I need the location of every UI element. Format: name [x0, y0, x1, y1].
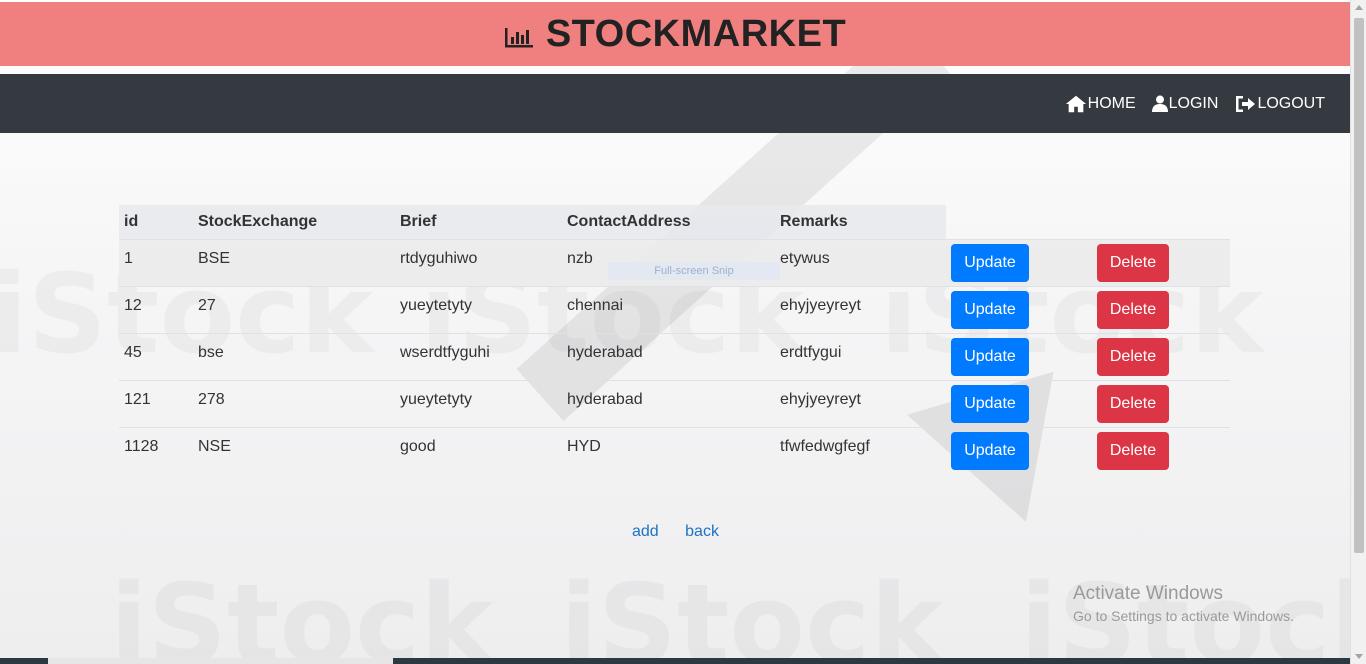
cell-remarks: ehyjyeyreyt: [775, 379, 946, 427]
table-row: 1128 NSE good HYD tfwfedwgfegf Update De…: [119, 426, 1230, 474]
cell-brief: yueytetyty: [395, 379, 562, 427]
nav-login[interactable]: LOGIN: [1151, 94, 1219, 114]
cell-address: HYD: [562, 426, 775, 474]
delete-button[interactable]: Delete: [1097, 384, 1169, 423]
cell-remarks: etywus: [775, 238, 946, 286]
taskbar-segment: [48, 658, 393, 664]
activate-title: Activate Windows: [1073, 583, 1223, 604]
delete-button[interactable]: Delete: [1097, 337, 1169, 376]
cell-update: Update: [946, 379, 1092, 427]
cell-update: Update: [946, 238, 1092, 286]
update-button[interactable]: Update: [951, 384, 1029, 423]
update-button[interactable]: Update: [951, 431, 1029, 470]
cell-exchange: 27: [193, 285, 395, 333]
update-button[interactable]: Update: [951, 337, 1029, 376]
table-row: 121 278 yueytetyty hyderabad ehyjyeyreyt…: [119, 379, 1230, 427]
watermark: iStock: [560, 560, 943, 664]
nav-login-label: LOGIN: [1168, 94, 1219, 112]
cell-exchange: bse: [193, 332, 395, 380]
column-header-brief: Brief: [395, 205, 562, 239]
cell-exchange: 278: [193, 379, 395, 427]
cell-exchange: BSE: [193, 238, 395, 286]
snip-tooltip: Full-screen Snip: [608, 262, 780, 280]
cell-exchange: NSE: [193, 426, 395, 474]
cell-brief: yueytetyty: [395, 285, 562, 333]
add-link[interactable]: add: [632, 523, 659, 540]
cell-delete: Delete: [1092, 285, 1230, 333]
update-button[interactable]: Update: [951, 290, 1029, 329]
column-header-stockexchange: StockExchange: [193, 205, 395, 239]
column-header-update: [946, 205, 1092, 239]
vertical-scrollbar[interactable]: [1350, 0, 1366, 664]
cell-address: hyderabad: [562, 332, 775, 380]
cell-delete: Delete: [1092, 332, 1230, 380]
cell-id: 1128: [119, 426, 193, 474]
brand-header: STOCKMARKET: [0, 2, 1350, 66]
column-header-delete: [1092, 205, 1230, 239]
nav-home[interactable]: HOME: [1065, 94, 1136, 114]
cell-brief: good: [395, 426, 562, 474]
brand-title: STOCKMARKET: [545, 12, 847, 55]
cell-remarks: erdtfygui: [775, 332, 946, 380]
delete-button[interactable]: Delete: [1097, 290, 1169, 329]
table-row: 12 27 yueytetyty chennai ehyjyeyreyt Upd…: [119, 285, 1230, 333]
nav-logout-label: LOGOUT: [1257, 94, 1325, 112]
activate-subtitle: Go to Settings to activate Windows.: [1073, 608, 1294, 624]
cell-id: 1: [119, 238, 193, 286]
cell-update: Update: [946, 285, 1092, 333]
cell-address: chennai: [562, 285, 775, 333]
stock-exchange-table: id StockExchange Brief ContactAddress Re…: [119, 205, 1230, 474]
activate-windows-watermark: Activate Windows Go to Settings to activ…: [1073, 583, 1294, 624]
cell-brief: rtdyguhiwo: [395, 238, 562, 286]
cell-delete: Delete: [1092, 238, 1230, 286]
column-header-remarks: Remarks: [775, 205, 946, 239]
scroll-down-icon[interactable]: [1355, 654, 1363, 659]
cell-remarks: tfwfedwgfegf: [775, 426, 946, 474]
column-header-contactaddress: ContactAddress: [562, 205, 775, 239]
navbar: HOME LOGIN LOGOUT: [0, 74, 1350, 133]
nav-home-label: HOME: [1087, 94, 1136, 112]
cell-delete: Delete: [1092, 426, 1230, 474]
update-button[interactable]: Update: [951, 243, 1029, 282]
cell-brief: wserdtfyguhi: [395, 332, 562, 380]
watermark: iStock: [110, 560, 493, 664]
cell-update: Update: [946, 332, 1092, 380]
nav-logout[interactable]: LOGOUT: [1234, 94, 1325, 114]
scroll-up-icon[interactable]: [1355, 5, 1363, 10]
cell-delete: Delete: [1092, 379, 1230, 427]
footer-links: add back: [632, 523, 741, 541]
table-header-row: id StockExchange Brief ContactAddress Re…: [119, 205, 1230, 239]
cell-address: hyderabad: [562, 379, 775, 427]
taskbar-strip: [0, 658, 1350, 664]
delete-button[interactable]: Delete: [1097, 243, 1169, 282]
cell-id: 45: [119, 332, 193, 380]
cell-update: Update: [946, 426, 1092, 474]
cell-id: 121: [119, 379, 193, 427]
bar-chart-icon: [504, 28, 533, 48]
user-icon: [1151, 95, 1168, 112]
cell-id: 12: [119, 285, 193, 333]
delete-button[interactable]: Delete: [1097, 431, 1169, 470]
column-header-id: id: [119, 205, 193, 239]
cell-remarks: ehyjyeyreyt: [775, 285, 946, 333]
home-icon: [1065, 95, 1086, 112]
sign-out-icon: [1236, 95, 1256, 112]
table-row: 45 bse wserdtfyguhi hyderabad erdtfygui …: [119, 332, 1230, 380]
scrollbar-thumb[interactable]: [1354, 18, 1364, 553]
back-link[interactable]: back: [685, 523, 719, 540]
